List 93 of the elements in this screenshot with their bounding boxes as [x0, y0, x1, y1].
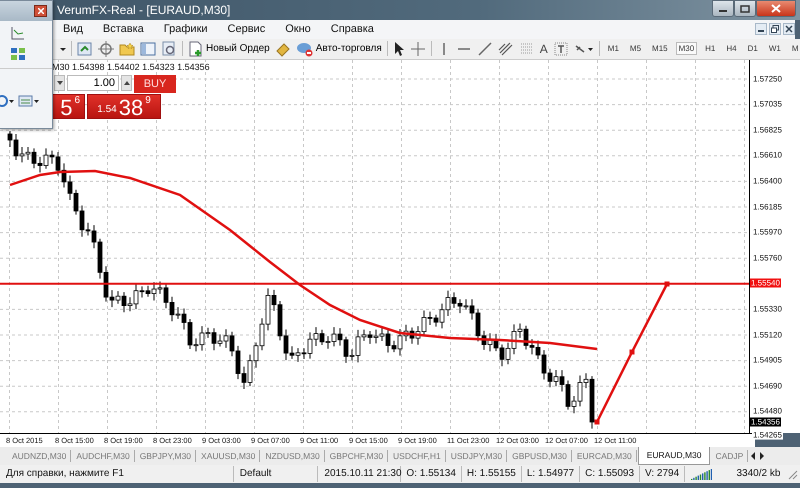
menu-item[interactable]: Графики: [164, 23, 208, 36]
down-arrow-icon: [56, 80, 62, 85]
buy-button[interactable]: BUY: [134, 74, 176, 93]
datetime-text: 2015.10.11 21:30: [318, 466, 402, 482]
crosshair-icon[interactable]: [98, 40, 114, 57]
scroll-right-icon[interactable]: [758, 452, 766, 460]
timeframe-button[interactable]: M15: [649, 42, 671, 56]
resize-grip-icon[interactable]: [786, 468, 798, 480]
ohlcv-text: H: 1.55155: [462, 466, 522, 482]
price-label: 1.54690: [752, 381, 783, 390]
tiles-icon[interactable]: [10, 46, 26, 62]
profile-text: Default: [234, 466, 318, 482]
price-label: 1.57250: [752, 74, 783, 84]
price-label: 1.56185: [752, 202, 783, 212]
new-order-button[interactable]: Новый Ордер: [188, 40, 270, 57]
status-text: Для справки, нажмите F1: [0, 466, 234, 482]
close-icon: [771, 4, 781, 13]
minimize-button[interactable]: [755, 23, 767, 36]
price-label: 1.54905: [752, 356, 783, 365]
circle-dropdown-icon[interactable]: [0, 94, 14, 108]
price-label: 1.55120: [752, 330, 783, 340]
chart-tab[interactable]: CADJP: [711, 450, 748, 462]
forecast-line[interactable]: [594, 281, 670, 424]
price-label: 1.56400: [752, 176, 783, 186]
volume-down-button[interactable]: [54, 74, 65, 91]
trend-line-icon[interactable]: [476, 40, 493, 57]
timeframe-button[interactable]: M1: [604, 42, 622, 56]
price-label: 1.56825: [752, 125, 783, 134]
timeframe-button[interactable]: M: [788, 42, 800, 56]
line-studies-icon[interactable]: [10, 25, 26, 41]
ohlcv-text: O: 1.55134: [401, 466, 462, 482]
close-button[interactable]: [34, 5, 47, 17]
text-label-icon[interactable]: [552, 40, 569, 57]
connection-bars-icon: [691, 468, 712, 480]
document-plus-icon: [188, 40, 204, 57]
chart-tab[interactable]: GBPJPY,M30: [136, 450, 196, 462]
restore-button[interactable]: [769, 23, 781, 36]
menu-item[interactable]: Окно: [285, 23, 311, 36]
timeframe-button[interactable]: H1: [702, 42, 718, 56]
volume-field[interactable]: 1.00: [67, 74, 119, 91]
ohlcv-text: L: 1.54977: [522, 466, 580, 482]
price-label: 1.57035: [752, 100, 783, 109]
up-arrow-icon: [124, 80, 130, 85]
chart-add-icon[interactable]: [77, 40, 93, 57]
price-label: 1.55540: [750, 278, 781, 288]
maximize-button[interactable]: [734, 0, 756, 17]
channel-icon[interactable]: [498, 40, 514, 57]
cursor-icon[interactable]: [392, 40, 405, 57]
scroll-left-icon[interactable]: [749, 452, 758, 460]
volume-up-button[interactable]: [121, 74, 132, 91]
folder-star-icon[interactable]: [119, 40, 135, 57]
menu-item[interactable]: Сервис: [228, 23, 266, 36]
chart-tab[interactable]: XAUUSD,M30: [197, 450, 260, 462]
menu-item[interactable]: Вид: [63, 23, 83, 36]
price-label: 1.54265: [752, 430, 783, 440]
crosshair-icon[interactable]: [410, 40, 426, 57]
chart-tab[interactable]: USDCHF,H1: [389, 450, 446, 462]
chart-tab[interactable]: NZDUSD,M30: [261, 450, 325, 462]
chart-tab[interactable]: EURAUD,M30: [638, 447, 710, 466]
autotrading-button[interactable]: Авто-торговля: [296, 40, 382, 57]
chart-tab[interactable]: AUDNZD,M30: [8, 450, 72, 462]
price-label: 1.54480: [752, 406, 783, 416]
chart-tab[interactable]: GBPUSD,M30: [508, 450, 572, 462]
traffic-text: 3340/2 kb: [735, 467, 782, 482]
chart-tab[interactable]: USDJPY,M30: [446, 450, 508, 462]
price-label: 1.56610: [752, 150, 783, 160]
window-title: VerumFX-Real - [EURAUD,M30]: [57, 2, 232, 17]
timeframe-button[interactable]: D1: [744, 42, 761, 56]
price-label: 1.55760: [752, 253, 783, 262]
close-icon: [38, 8, 44, 14]
close-icon: [785, 25, 793, 34]
current-price-label: 1.54356: [750, 417, 781, 426]
restore-icon: [771, 25, 779, 34]
text-tool[interactable]: A: [540, 42, 548, 56]
timeframe-button[interactable]: M5: [626, 42, 644, 56]
window-panel-icon[interactable]: [140, 40, 156, 57]
ohlcv-text: V: 2794: [640, 466, 686, 482]
minimize-button[interactable]: [712, 0, 734, 17]
menu-item[interactable]: Вставка: [102, 23, 144, 36]
price-label: 1.55970: [752, 228, 783, 237]
chart-tab[interactable]: AUDCHF,M30: [72, 450, 135, 462]
chart-template-icon[interactable]: [18, 94, 40, 108]
price-label: 1.55330: [752, 304, 783, 314]
timeframe-button[interactable]: H4: [723, 42, 740, 56]
menu-item[interactable]: Справка: [330, 23, 374, 36]
close-button[interactable]: [783, 23, 795, 36]
close-button[interactable]: [756, 0, 796, 17]
ohlcv-text: C: 1.55093: [580, 466, 640, 482]
timeframe-button[interactable]: W1: [766, 42, 784, 56]
timeframe-button[interactable]: M30: [676, 42, 698, 56]
chart-tab[interactable]: EURCAD,M30: [572, 450, 637, 462]
maximize-icon: [740, 4, 750, 12]
chart-tab[interactable]: GBPCHF,M30: [326, 450, 388, 462]
